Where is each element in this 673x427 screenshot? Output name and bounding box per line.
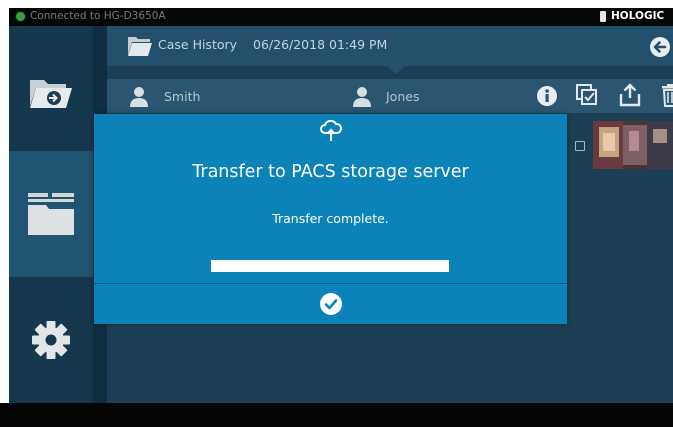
info-icon[interactable]	[537, 86, 557, 106]
patient-row[interactable]: Smith Jones	[107, 79, 673, 113]
person-icon	[353, 87, 371, 107]
folder-open-icon	[128, 37, 152, 56]
page-title: Case History	[158, 37, 238, 52]
connection-status-icon	[16, 12, 25, 21]
confirm-button[interactable]	[94, 284, 567, 324]
person-icon	[130, 87, 148, 107]
transfer-progress-fill	[211, 260, 449, 272]
sidebar-item-import[interactable]	[9, 30, 93, 155]
battery-icon	[600, 11, 606, 22]
dialog-message: Transfer complete.	[272, 211, 389, 226]
sidebar	[9, 26, 93, 403]
gear-icon	[32, 321, 70, 359]
transfer-dialog: Transfer to PACS storage server Transfer…	[94, 114, 567, 324]
connection-status-text: Connected to HG-D3650A	[30, 10, 166, 22]
patient-name-2: Jones	[386, 89, 420, 104]
case-image-thumbnail[interactable]	[593, 121, 673, 169]
brand-logo: HOLOGIC	[611, 10, 665, 22]
transfer-progress-bar	[211, 260, 449, 272]
select-icon[interactable]	[576, 84, 598, 106]
status-bar: Connected to HG-D3650A HOLOGIC	[9, 8, 673, 26]
patient-name-1: Smith	[164, 89, 201, 104]
dialog-title: Transfer to PACS storage server	[192, 162, 469, 182]
app-screen: Connected to HG-D3650A HOLOGIC Case Hist…	[9, 8, 673, 403]
trash-icon[interactable]	[661, 83, 673, 107]
folder-stack-icon	[28, 193, 74, 235]
header-pointer	[387, 66, 405, 74]
cloud-upload-icon	[320, 120, 342, 141]
back-arrow-icon[interactable]	[650, 37, 670, 57]
case-header: Case History 06/26/2018 01:49 PM	[107, 26, 673, 66]
image-select-checkbox[interactable]	[575, 141, 585, 151]
share-icon[interactable]	[619, 83, 641, 107]
folder-import-icon	[30, 79, 72, 108]
case-datetime: 06/26/2018 01:49 PM	[253, 37, 388, 52]
sidebar-item-cases[interactable]	[9, 151, 93, 277]
bottom-bezel	[0, 403, 673, 427]
check-circle-icon	[319, 293, 342, 315]
sidebar-item-settings[interactable]	[9, 277, 93, 403]
